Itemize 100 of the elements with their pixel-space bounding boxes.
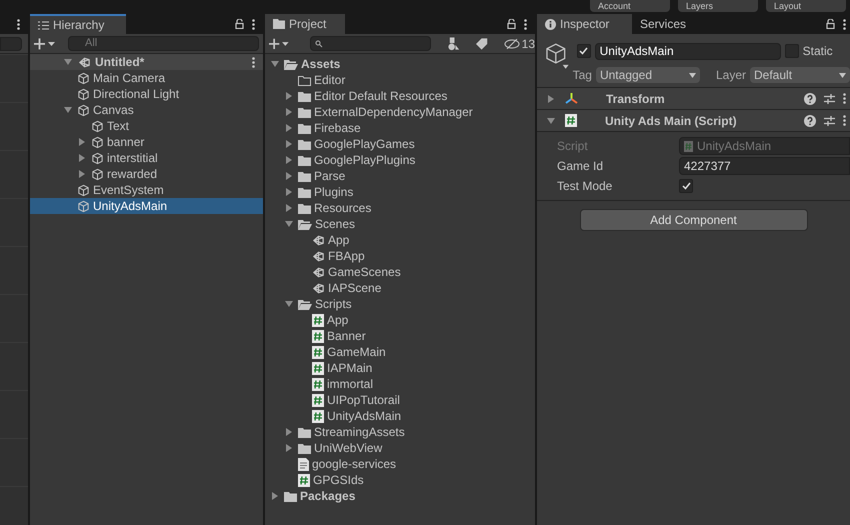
collapse-arrow-icon[interactable] (64, 59, 72, 65)
help-icon[interactable] (804, 114, 816, 126)
add-dropdown-icon[interactable] (269, 38, 290, 50)
project-item[interactable]: GameScenes (265, 264, 535, 280)
collapse-arrow-icon[interactable] (64, 107, 72, 113)
expand-arrow-icon[interactable] (286, 444, 292, 452)
more-icon[interactable] (252, 18, 255, 30)
expand-arrow-icon[interactable] (79, 138, 85, 146)
project-item[interactable]: immortal (265, 376, 535, 392)
expand-arrow-icon[interactable] (286, 188, 292, 196)
toolbar-button[interactable]: Account (590, 0, 670, 12)
expand-arrow-icon[interactable] (286, 428, 292, 436)
project-item[interactable]: GooglePlayGames (265, 136, 535, 152)
expand-arrow-icon[interactable] (548, 94, 554, 102)
checkbox[interactable] (576, 44, 591, 58)
scene-row[interactable]: Untitled* (30, 54, 263, 70)
project-item[interactable]: Editor Default Resources (265, 88, 535, 104)
search-field[interactable]: All (68, 36, 259, 51)
expand-arrow-icon[interactable] (272, 492, 278, 500)
hierarchy-item[interactable]: interstitial (30, 150, 263, 166)
more-icon[interactable] (843, 115, 846, 126)
project-item[interactable]: StreamingAssets (265, 424, 535, 440)
expand-arrow-icon[interactable] (286, 204, 292, 212)
hierarchy-item[interactable]: Directional Light (30, 86, 263, 102)
project-item[interactable]: google-services (265, 456, 535, 472)
panel-tab[interactable]: Inspector (537, 14, 632, 34)
project-item[interactable]: Packages (265, 488, 535, 504)
project-item[interactable]: UIPopTutorail (265, 392, 535, 408)
input-field[interactable]: 4227377 (679, 157, 850, 175)
project-item[interactable]: IAPMain (265, 360, 535, 376)
add-dropdown-icon[interactable] (34, 38, 56, 50)
toolbar-button[interactable]: Layers (678, 0, 758, 12)
project-item[interactable]: ExternalDependencyManager (265, 104, 535, 120)
add-component-button[interactable]: Add Component (580, 209, 808, 231)
more-icon[interactable] (843, 18, 846, 30)
project-item[interactable]: Scripts (265, 296, 535, 312)
name-field[interactable]: UnityAdsMain (594, 42, 781, 60)
project-item[interactable]: GameMain (265, 344, 535, 360)
expand-arrow-icon[interactable] (79, 154, 85, 162)
project-item[interactable]: IAPScene (265, 280, 535, 296)
project-item[interactable]: Resources (265, 200, 535, 216)
unity-logo-icon (78, 56, 91, 68)
expand-arrow-icon[interactable] (286, 140, 292, 148)
project-item[interactable]: Plugins (265, 184, 535, 200)
dropdown[interactable]: Default (750, 67, 850, 83)
project-item[interactable]: Banner (265, 328, 535, 344)
toolbar-button[interactable]: Layout (766, 0, 846, 12)
hierarchy-item[interactable]: EventSystem (30, 182, 263, 198)
collapse-arrow-icon[interactable] (271, 61, 279, 67)
project-item[interactable]: GooglePlayPlugins (265, 152, 535, 168)
sliders-icon[interactable] (824, 94, 835, 104)
shapes-icon[interactable] (447, 36, 460, 50)
checkbox[interactable] (679, 179, 693, 193)
hierarchy-item[interactable]: Canvas (30, 102, 263, 118)
project-item[interactable]: GPGSIds (265, 472, 535, 488)
project-item[interactable]: App (265, 312, 535, 328)
lock-icon[interactable] (826, 19, 835, 29)
panel-tab[interactable]: Project (265, 14, 345, 34)
expand-arrow-icon[interactable] (286, 156, 292, 164)
help-icon[interactable] (804, 92, 816, 104)
project-item[interactable]: UniWebView (265, 440, 535, 456)
expand-arrow-icon[interactable] (286, 92, 292, 100)
sliders-icon[interactable] (824, 116, 835, 126)
component-header[interactable]: Transform (537, 88, 850, 110)
expand-arrow-icon[interactable] (286, 124, 292, 132)
lock-icon[interactable] (235, 19, 244, 29)
more-icon[interactable] (252, 56, 255, 68)
collapse-arrow-icon[interactable] (547, 118, 555, 124)
project-item[interactable]: UnityAdsMain (265, 408, 535, 424)
hierarchy-item[interactable]: UnityAdsMain (30, 198, 263, 214)
project-item[interactable]: App (265, 232, 535, 248)
search-field[interactable] (0, 36, 22, 50)
project-item[interactable]: Editor (265, 72, 535, 88)
more-icon[interactable] (17, 18, 20, 30)
project-item[interactable]: Firebase (265, 120, 535, 136)
panel-tab[interactable]: Hierarchy (30, 14, 126, 34)
project-item[interactable]: FBApp (265, 248, 535, 264)
expand-arrow-icon[interactable] (286, 172, 292, 180)
tag-icon[interactable] (476, 38, 488, 50)
project-item[interactable]: Parse (265, 168, 535, 184)
hierarchy-item[interactable]: rewarded (30, 166, 263, 182)
dropdown[interactable]: Untagged (596, 67, 700, 83)
component-header[interactable]: Unity Ads Main (Script) (537, 110, 850, 132)
lock-icon[interactable] (507, 19, 516, 29)
hierarchy-item[interactable]: Text (30, 118, 263, 134)
project-item[interactable]: Scenes (265, 216, 535, 232)
folder-icon (298, 154, 311, 166)
hierarchy-item[interactable]: Main Camera (30, 70, 263, 86)
expand-arrow-icon[interactable] (79, 170, 85, 178)
project-item[interactable]: Assets (265, 56, 535, 72)
panel-tab[interactable]: Services (632, 14, 712, 34)
more-icon[interactable] (524, 18, 527, 30)
more-icon[interactable] (843, 93, 846, 104)
expand-arrow-icon[interactable] (286, 108, 292, 116)
checkbox[interactable] (784, 44, 799, 58)
hidden-count-button[interactable]: 13 (504, 34, 535, 52)
hierarchy-item[interactable]: banner (30, 134, 263, 150)
search-field[interactable] (310, 36, 432, 51)
collapse-arrow-icon[interactable] (285, 301, 293, 307)
collapse-arrow-icon[interactable] (285, 221, 293, 227)
